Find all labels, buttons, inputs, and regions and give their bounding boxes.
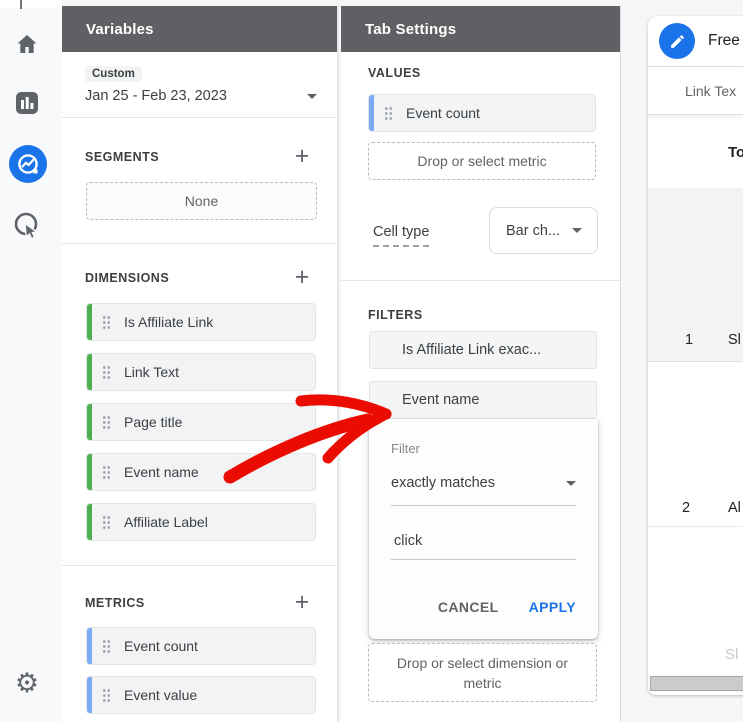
metric-color-bar: [369, 95, 374, 131]
column-header[interactable]: Link Tex: [685, 83, 736, 99]
filter-label: Filter: [391, 441, 420, 456]
dimension-chip[interactable]: Link Text: [86, 353, 316, 391]
dimension-color-bar: [87, 504, 92, 540]
row-index: 2: [682, 500, 690, 516]
chip-label: Is Affiliate Link: [124, 314, 213, 330]
drag-handle-icon[interactable]: [102, 315, 111, 330]
variables-title: Variables: [86, 21, 154, 38]
dimension-color-bar: [87, 404, 92, 440]
home-icon[interactable]: [14, 31, 40, 57]
tab-settings-header: Tab Settings: [341, 6, 620, 52]
cancel-button[interactable]: CANCEL: [438, 599, 499, 615]
metric-chip[interactable]: Event count: [86, 627, 316, 665]
segments-empty-drop-zone[interactable]: None: [86, 182, 317, 220]
drag-handle-icon[interactable]: [384, 106, 393, 121]
match-type-value: exactly matches: [391, 475, 566, 491]
filter-chip[interactable]: Is Affiliate Link exac...: [369, 331, 597, 369]
divider: [62, 117, 337, 118]
dimensions-label: DIMENSIONS: [85, 271, 169, 285]
divider: [341, 280, 620, 281]
add-segment-button[interactable]: +: [290, 144, 314, 168]
filter-chip-active[interactable]: Event name: [369, 381, 597, 419]
filter-chip-label: Is Affiliate Link exac...: [402, 342, 541, 358]
divider: [62, 565, 337, 566]
metric-color-bar: [87, 628, 92, 664]
top-tick-mark: [20, 0, 22, 9]
scrollbar-thumb[interactable]: [650, 676, 743, 691]
chevron-down-icon: [566, 481, 576, 486]
chevron-down-icon: [572, 228, 582, 233]
tab-settings-panel: Tab Settings VALUES Event count Drop or …: [341, 6, 621, 722]
dimension-chip[interactable]: Page title: [86, 403, 316, 441]
row-cell: Al: [728, 500, 741, 516]
chevron-down-icon: [307, 94, 317, 99]
variables-header: Variables: [62, 6, 337, 52]
dimension-chip[interactable]: Event name: [86, 453, 316, 491]
table-row[interactable]: 2 Al: [648, 362, 743, 527]
filter-chip-label: Event name: [402, 392, 479, 408]
table-row[interactable]: 1 Sl: [648, 188, 743, 362]
cell-type-value: Bar ch...: [506, 223, 560, 239]
date-range-value: Jan 25 - Feb 23, 2023: [85, 88, 307, 104]
filter-value-input[interactable]: [391, 527, 574, 559]
chip-label: Event count: [406, 105, 480, 121]
filter-value-field: [391, 527, 576, 560]
match-type-select[interactable]: exactly matches: [391, 475, 576, 506]
horizontal-scrollbar[interactable]: [648, 675, 743, 692]
date-badge: Custom: [85, 66, 142, 82]
dimension-color-bar: [87, 304, 92, 340]
drag-handle-icon[interactable]: [102, 515, 111, 530]
row-cell: Sl: [728, 332, 741, 348]
drag-handle-icon[interactable]: [102, 465, 111, 480]
chip-label: Affiliate Label: [124, 514, 208, 530]
variables-panel: Variables Custom Jan 25 - Feb 23, 2023 S…: [62, 6, 339, 722]
divider: [62, 243, 337, 244]
chip-label: Event name: [124, 464, 199, 480]
drag-handle-icon[interactable]: [102, 688, 111, 703]
add-dimension-button[interactable]: +: [290, 265, 314, 289]
report-tab-label: Free: [708, 32, 740, 50]
drag-handle-icon[interactable]: [102, 639, 111, 654]
date-range-selector[interactable]: Jan 25 - Feb 23, 2023: [85, 88, 317, 104]
dimension-color-bar: [87, 454, 92, 490]
metric-color-bar: [87, 677, 92, 713]
settings-gear-icon[interactable]: ⚙: [13, 668, 41, 698]
values-label: VALUES: [368, 66, 421, 80]
drag-handle-icon[interactable]: [102, 365, 111, 380]
value-chip[interactable]: Event count: [368, 94, 596, 132]
drop-dimension-zone[interactable]: Drop or select dimension or metric: [368, 643, 597, 702]
top-notch: [0, 0, 62, 8]
chip-label: Event value: [124, 687, 197, 703]
tab-settings-title: Tab Settings: [365, 21, 456, 38]
totals-cell: To: [728, 144, 743, 161]
dimension-chip[interactable]: Affiliate Label: [86, 503, 316, 541]
table-header-row: Link Tex: [648, 67, 743, 115]
chip-label: Event count: [124, 638, 198, 654]
report-card: Free Link Tex To 1 Sl 2 Al Sl: [648, 16, 743, 695]
app-sidebar: ⚙: [0, 0, 62, 722]
row-index: 1: [685, 332, 693, 348]
filter-editor-popup: Filter exactly matches CANCEL APPLY: [369, 419, 598, 639]
footer-faint-cell: Sl: [725, 646, 738, 663]
dimension-chip[interactable]: Is Affiliate Link: [86, 303, 316, 341]
explore-icon[interactable]: [9, 145, 47, 183]
dimension-color-bar: [87, 354, 92, 390]
segments-label: SEGMENTS: [85, 150, 159, 164]
drop-metric-zone[interactable]: Drop or select metric: [368, 142, 596, 180]
chip-label: Link Text: [124, 364, 179, 380]
filters-label: FILTERS: [368, 308, 423, 322]
add-metric-button[interactable]: +: [290, 590, 314, 614]
totals-row: To: [648, 115, 743, 188]
drag-handle-icon[interactable]: [102, 415, 111, 430]
metrics-label: METRICS: [85, 596, 145, 610]
edit-icon[interactable]: [659, 23, 695, 59]
report-tab[interactable]: Free: [648, 16, 743, 67]
cell-type-label[interactable]: Cell type: [373, 224, 429, 247]
advertising-icon[interactable]: [11, 210, 43, 242]
reports-icon[interactable]: [14, 90, 40, 116]
chip-label: Page title: [124, 414, 182, 430]
apply-button[interactable]: APPLY: [529, 599, 576, 615]
cell-type-select[interactable]: Bar ch...: [489, 207, 598, 254]
metric-chip[interactable]: Event value: [86, 676, 316, 714]
